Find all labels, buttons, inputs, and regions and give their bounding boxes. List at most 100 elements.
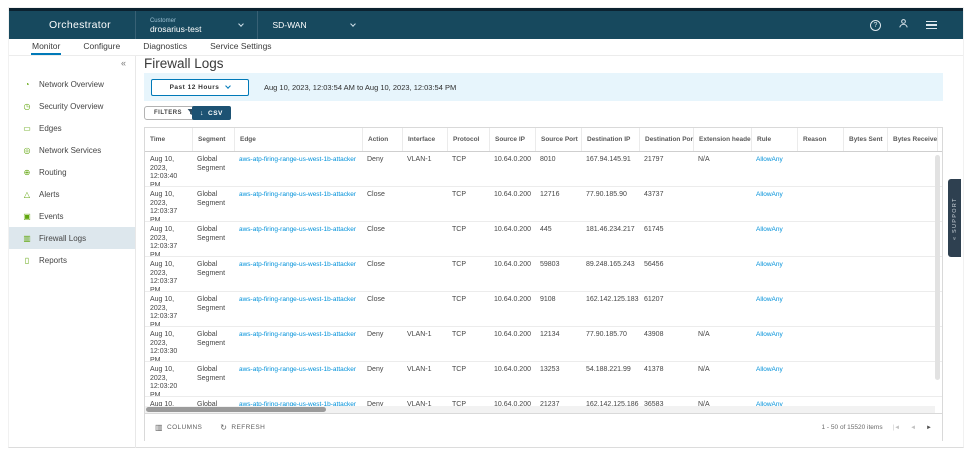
support-tab-label: SUPPORT (952, 197, 958, 233)
column-header-extension-headers[interactable]: Extension headers (693, 128, 751, 151)
sidebar: « ◔ Network Overview ◷ Security Overview… (9, 56, 136, 448)
customer-value: drosarius-test (150, 25, 202, 33)
table-row[interactable]: Aug 10, 2023, 12:03:37 PM Global Segment… (145, 222, 942, 257)
edge-link[interactable]: aws-atp-firing-range-us-west-1b-attacker (239, 296, 356, 303)
cell-source-ip: 10.64.0.200 (489, 152, 535, 186)
page-title: Firewall Logs (144, 56, 224, 71)
scrollbar-thumb[interactable] (146, 407, 326, 412)
cell-destination-port: 56456 (639, 257, 693, 291)
csv-export-button[interactable]: ↓ CSV (192, 106, 231, 120)
firewall-logs-datagrid: Time Segment Edge Action Interface Proto… (144, 127, 943, 441)
column-header-bytes-sent[interactable]: Bytes Sent (843, 128, 887, 151)
menu-icon[interactable] (926, 21, 937, 30)
cell-edge: aws-atp-firing-range-us-west-1b-attacker (234, 222, 362, 256)
sidebar-item[interactable]: ◷ Security Overview (9, 95, 135, 117)
datagrid-footer: ▥ COLUMNS ↻ REFRESH 1 - 50 of 15520 item… (145, 413, 942, 441)
sidebar-item-icon: △ (22, 190, 32, 199)
table-row[interactable]: Aug 10, 2023, 12:03:37 PM Global Segment… (145, 257, 942, 292)
column-header-bytes-received[interactable]: Bytes Received (887, 128, 937, 151)
cell-time: Aug 10, 2023, 12:03:37 PM (145, 187, 192, 221)
column-header-interface[interactable]: Interface (402, 128, 447, 151)
edge-link[interactable]: aws-atp-firing-range-us-west-1b-attacker (239, 191, 356, 198)
rule-link[interactable]: AllowAny (756, 366, 783, 373)
column-header-destination-ip[interactable]: Destination IP (581, 128, 639, 151)
column-header-destination-port[interactable]: Destination Port (639, 128, 693, 151)
table-row[interactable]: Aug 10, 2023, 12:03:37 PM Global Segment… (145, 187, 942, 222)
nav-tab[interactable]: Service Settings (209, 39, 272, 55)
rule-link[interactable]: AllowAny (756, 156, 783, 163)
sidebar-item[interactable]: ▣ Events (9, 205, 135, 227)
sidebar-item[interactable]: ◎ Network Services (9, 139, 135, 161)
sidebar-item[interactable]: ⊕ Routing (9, 161, 135, 183)
cell-action: Close (362, 187, 402, 221)
first-page-icon[interactable]: |◄ (893, 425, 901, 431)
cell-destination-port: 61745 (639, 222, 693, 256)
rule-link[interactable]: AllowAny (756, 296, 783, 303)
cell-rule: AllowAny (751, 257, 797, 291)
rule-link[interactable]: AllowAny (756, 226, 783, 233)
sidebar-item[interactable]: △ Alerts (9, 183, 135, 205)
customer-dropdown[interactable]: Customer drosarius-test (136, 11, 258, 39)
support-tab[interactable]: « SUPPORT (948, 179, 961, 257)
edge-link[interactable]: aws-atp-firing-range-us-west-1b-attacker (239, 366, 356, 373)
refresh-button[interactable]: ↻ REFRESH (220, 423, 265, 432)
cell-bytes-sent (843, 362, 887, 396)
cell-rule: AllowAny (751, 292, 797, 326)
sidebar-item[interactable]: ◔ Network Overview (9, 73, 135, 95)
cell-segment: Global Segment (192, 222, 234, 256)
column-header-duration[interactable]: Duration (937, 128, 942, 151)
edge-link[interactable]: aws-atp-firing-range-us-west-1b-attacker (239, 156, 356, 163)
column-header-source-ip[interactable]: Source IP (489, 128, 535, 151)
previous-page-icon[interactable]: ◄ (910, 425, 916, 431)
nav-tab[interactable]: Diagnostics (142, 39, 188, 55)
cell-interface (402, 257, 447, 291)
cell-source-ip: 10.64.0.200 (489, 327, 535, 361)
column-header-source-port[interactable]: Source Port (535, 128, 581, 151)
user-icon[interactable] (898, 16, 909, 34)
help-icon[interactable]: ? (870, 20, 881, 31)
column-header-reason[interactable]: Reason (797, 128, 843, 151)
column-header-edge[interactable]: Edge (234, 128, 362, 151)
next-page-icon[interactable]: ► (926, 425, 932, 431)
table-row[interactable]: Aug 10, 2023, 12:03:37 PM Global Segment… (145, 292, 942, 327)
cell-action: Deny (362, 152, 402, 186)
table-body: Aug 10, 2023, 12:03:40 PM Global Segment… (145, 152, 942, 413)
edge-link[interactable]: aws-atp-firing-range-us-west-1b-attacker (239, 331, 356, 338)
nav-tab[interactable]: Configure (82, 39, 121, 55)
table-row[interactable]: Aug 10, 2023, 12:03:30 PM Global Segment… (145, 327, 942, 362)
edge-link[interactable]: aws-atp-firing-range-us-west-1b-attacker (239, 226, 356, 233)
chevron-left-icon: « (952, 235, 958, 239)
rule-link[interactable]: AllowAny (756, 191, 783, 198)
columns-button[interactable]: ▥ COLUMNS (155, 423, 202, 432)
datagrid-table: Time Segment Edge Action Interface Proto… (145, 128, 942, 413)
horizontal-scrollbar[interactable] (145, 406, 935, 413)
sidebar-collapse-icon[interactable]: « (121, 58, 126, 68)
rule-link[interactable]: AllowAny (756, 331, 783, 338)
rule-link[interactable]: AllowAny (756, 261, 783, 268)
chevron-down-icon (350, 21, 356, 27)
sidebar-item[interactable]: ▥ Firewall Logs (9, 227, 135, 249)
column-header-rule[interactable]: Rule (751, 128, 797, 151)
vertical-scrollbar[interactable] (935, 155, 940, 380)
sidebar-item[interactable]: ▭ Edges (9, 117, 135, 139)
column-header-action[interactable]: Action (362, 128, 402, 151)
cell-source-port: 12134 (535, 327, 581, 361)
column-header-time[interactable]: Time (145, 128, 192, 151)
column-header-segment[interactable]: Segment (192, 128, 234, 151)
table-row[interactable]: Aug 10, 2023, 12:03:20 PM Global Segment… (145, 362, 942, 397)
nav-tab[interactable]: Monitor (31, 39, 61, 55)
cell-bytes-received (887, 152, 937, 186)
cell-source-port: 445 (535, 222, 581, 256)
cell-protocol: TCP (447, 257, 489, 291)
table-row[interactable]: Aug 10, 2023, 12:03:40 PM Global Segment… (145, 152, 942, 187)
cell-action: Deny (362, 327, 402, 361)
sidebar-item-label: Alerts (39, 190, 59, 199)
edge-link[interactable]: aws-atp-firing-range-us-west-1b-attacker (239, 261, 356, 268)
column-header-protocol[interactable]: Protocol (447, 128, 489, 151)
cell-source-port: 13253 (535, 362, 581, 396)
service-dropdown[interactable]: SD-WAN (258, 11, 368, 39)
time-range-select[interactable]: Past 12 Hours (151, 79, 249, 96)
sidebar-item[interactable]: ▯ Reports (9, 249, 135, 271)
service-label: SD-WAN (272, 20, 306, 30)
cell-interface: VLAN-1 (402, 152, 447, 186)
